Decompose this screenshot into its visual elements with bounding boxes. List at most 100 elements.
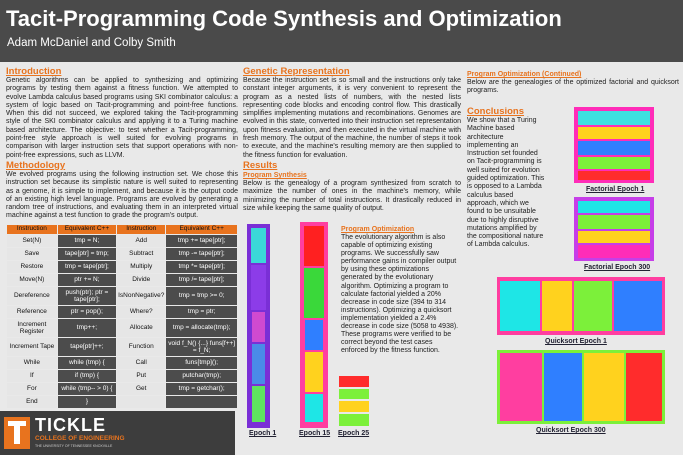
- instruction-table: Instruction Equivalent C++ Instruction E…: [6, 223, 238, 409]
- table-cell: tape[ptr]++;: [56, 336, 118, 357]
- table-cell: Set(N): [6, 233, 58, 248]
- table-cell: Multiply: [116, 259, 167, 274]
- table-cell: [165, 394, 238, 409]
- table-row: End}: [6, 394, 238, 409]
- program-optimization-text: The evolutionary algorithm is also capab…: [341, 234, 459, 355]
- results-heading: Results: [243, 159, 278, 171]
- table-cell: End: [6, 394, 58, 409]
- table-header: Instruction: [116, 223, 167, 235]
- table-cell: Function: [116, 336, 167, 357]
- epoch-25-label: Epoch 25: [338, 430, 370, 437]
- table-cell: tape[ptr] = tmp;: [56, 246, 118, 261]
- table-cell: Restore: [6, 259, 58, 274]
- table-row: Restore tmp = tape[ptr]; Multiply tmp *= ta…: [6, 259, 238, 274]
- table-cell: [116, 394, 167, 409]
- table-cell: Add: [116, 233, 167, 248]
- program-synthesis-text: Below is the genealogy of a program synt…: [243, 179, 461, 212]
- table-cell: tmp = tmp >= 0;: [165, 285, 238, 306]
- table-cell: Divide: [116, 272, 167, 287]
- table-row: For while (tmp-- > 0) {Get tmp = getchar()…: [6, 381, 238, 396]
- table-cell: For: [6, 381, 58, 396]
- table-row: Save tape[ptr] = tmp; Subtract tmp -= tape[…: [6, 246, 238, 261]
- table-cell: ptr += N;: [56, 272, 118, 287]
- table-cell: tmp++;: [56, 317, 118, 338]
- table-cell: Increment Register: [6, 317, 58, 338]
- middle-column: Genetic Representation Because the instr…: [243, 66, 461, 213]
- table-cell: tmp = ptr;: [165, 304, 238, 319]
- table-cell: if (tmp) {: [56, 368, 118, 383]
- table-cell: Where?: [116, 304, 167, 319]
- program-optimization-block: Program Optimization The evolutionary al…: [341, 225, 459, 355]
- table-cell: Allocate: [116, 317, 167, 338]
- table-cell: while (tmp-- > 0) {: [56, 381, 118, 396]
- table-cell: tmp /= tape[ptr];: [165, 272, 238, 287]
- logo-university: THE UNIVERSITY OF TENNESSEE KNOXVILLE: [35, 444, 113, 448]
- poster-header: Tacit-Programming Code Synthesis and Opt…: [0, 0, 683, 62]
- table-header: Equivalent C++: [165, 223, 238, 235]
- introduction-heading: Introduction: [6, 66, 62, 77]
- logo-college: COLLEGE OF ENGINEERING: [35, 435, 125, 442]
- table-cell: push(ptr); ptr = tape[ptr];: [56, 285, 118, 306]
- table-cell: tmp = N;: [56, 233, 118, 248]
- epoch-15-label: Epoch 15: [299, 430, 331, 437]
- table-cell: Dereference: [6, 285, 58, 306]
- power-t-logo-icon: [4, 417, 30, 449]
- right-column: Program Optimization (Continued) Below a…: [467, 70, 679, 96]
- table-header: Equivalent C++: [56, 223, 118, 235]
- poster-authors: Adam McDaniel and Colby Smith: [7, 37, 176, 49]
- table-cell: Save: [6, 246, 58, 261]
- table-row: While while (tmp) {Call funs[tmp]();: [6, 355, 238, 370]
- table-cell: tmp *= tape[ptr];: [165, 259, 238, 274]
- program-optimization-continued-text: Below are the genealogies of the optimiz…: [467, 79, 679, 95]
- factorial-epoch-300-label: Factorial Epoch 300: [584, 264, 651, 271]
- table-cell: void f_N() {...} funs[f++] = f_N;: [165, 336, 238, 357]
- left-column: Introduction Genetic algorithms can be a…: [6, 66, 238, 409]
- table-cell: While: [6, 355, 58, 370]
- program-synthesis-heading: Program Synthesis: [243, 171, 307, 179]
- table-cell: Move(N): [6, 272, 58, 287]
- table-cell: Get: [116, 381, 167, 396]
- table-cell: tmp -= tape[ptr];: [165, 246, 238, 261]
- table-cell: tmp += tape[ptr];: [165, 233, 238, 248]
- table-cell: tmp = allocate(tmp);: [165, 317, 238, 338]
- table-row: Increment Register tmp++; Allocate tmp = al…: [6, 317, 238, 338]
- methodology-heading: Methodology: [6, 159, 66, 171]
- table-row: Increment Tape tape[ptr]++; Function void f…: [6, 336, 238, 357]
- quicksort-epoch-1-label: Quicksort Epoch 1: [545, 338, 607, 345]
- conclusions-block: Conclusions We show that a Turing Machin…: [467, 106, 545, 250]
- table-header: Instruction: [6, 223, 58, 235]
- table-cell: Put: [116, 368, 167, 383]
- table-cell: Call: [116, 355, 167, 370]
- table-row: If if (tmp) {Put putchar(tmp);: [6, 368, 238, 383]
- table-row: Reference ptr = pop(); Where? tmp = ptr;: [6, 304, 238, 319]
- table-row: Move(N) ptr += N; Divide tmp /= tape[ptr];: [6, 272, 238, 287]
- program-optimization-heading: Program Optimization: [341, 226, 415, 233]
- table-row: Set(N) tmp = N; Add tmp += tape[ptr];: [6, 233, 238, 248]
- table-cell: while (tmp) {: [56, 355, 118, 370]
- table-cell: Increment Tape: [6, 336, 58, 357]
- factorial-epoch-1-label: Factorial Epoch 1: [586, 186, 645, 193]
- table-row: Dereference push(ptr); ptr = tape[ptr]; Is…: [6, 285, 238, 306]
- table-cell: tmp = tape[ptr];: [56, 259, 118, 274]
- university-logo: TICKLE COLLEGE OF ENGINEERING THE UNIVER…: [0, 411, 235, 455]
- table-cell: Subtract: [116, 246, 167, 261]
- conclusions-heading: Conclusions: [467, 106, 525, 117]
- table-cell: IsNonNegative?: [116, 285, 167, 306]
- genetic-representation-heading: Genetic Representation: [243, 66, 350, 77]
- table-cell: funs[tmp]();: [165, 355, 238, 370]
- epoch-1-label: Epoch 1: [249, 430, 277, 437]
- table-cell: tmp = getchar();: [165, 381, 238, 396]
- methodology-text: We evolved programs using the following …: [6, 170, 238, 220]
- logo-brand: TICKLE: [35, 415, 106, 435]
- program-optimization-continued-heading: Program Optimization (Continued): [467, 71, 582, 78]
- poster-title: Tacit-Programming Code Synthesis and Opt…: [6, 6, 562, 31]
- table-cell: }: [56, 394, 118, 409]
- quicksort-epoch-300-label: Quicksort Epoch 300: [536, 427, 606, 434]
- table-cell: Reference: [6, 304, 58, 319]
- genetic-representation-text: Because the instruction set is so small …: [243, 77, 461, 159]
- table-cell: putchar(tmp);: [165, 368, 238, 383]
- table-cell: If: [6, 368, 58, 383]
- introduction-text: Genetic algorithms can be applied to syn…: [6, 77, 238, 159]
- table-cell: ptr = pop();: [56, 304, 118, 319]
- conclusions-text: We show that a Turing Machine based arch…: [467, 117, 545, 249]
